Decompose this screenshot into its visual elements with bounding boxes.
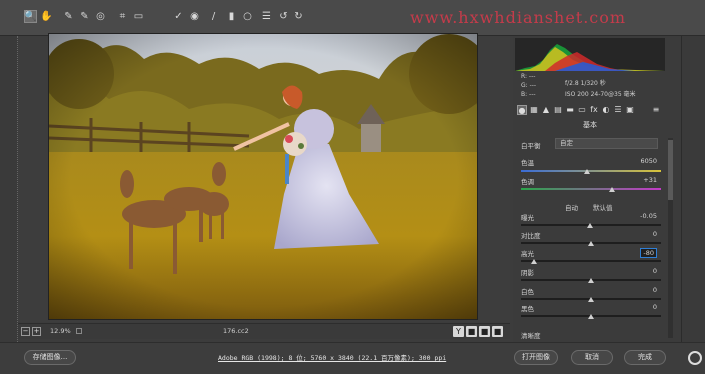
panel-scrollbar-thumb[interactable] (668, 140, 673, 200)
highlights-value-field[interactable]: -80 (640, 248, 657, 258)
shadows-label: 阴影 (521, 269, 534, 277)
exposure-slider-track[interactable] (521, 223, 661, 228)
shadows-value-field[interactable]: 0 (653, 267, 657, 275)
red-eye-tool-icon[interactable]: ◉ (188, 10, 201, 23)
contrast-slider-thumb[interactable] (588, 241, 594, 246)
hsl-tab-icon[interactable]: ▤ (553, 105, 563, 115)
panel-menu-icon[interactable]: ≡ (651, 105, 661, 115)
whites-label: 白色 (521, 288, 534, 296)
help-icon[interactable] (688, 351, 702, 365)
auto-button[interactable]: 自动 (565, 202, 578, 212)
rotate-left-icon[interactable]: ↺ (277, 10, 290, 23)
photo-image (49, 34, 477, 319)
rgb-readout-r: R: --- (521, 73, 536, 80)
split-toning-tab-icon[interactable]: ▬ (565, 105, 575, 115)
white-balance-label: 白平衡 (521, 142, 541, 150)
effects-tab-icon[interactable]: fx (589, 105, 599, 115)
bottom-bar: 存储图像... Adobe RGB (1998); 8 位; 5760 x 38… (0, 342, 705, 374)
zoom-out-button[interactable]: − (21, 327, 30, 336)
camera-calibration-tab-icon[interactable]: ◐ (601, 105, 611, 115)
panel-tabs: ● ▦ ▲ ▤ ▬ ▭ fx ◐ ☰ ▣ ≡ (515, 105, 665, 117)
before-after-mode-button[interactable]: ■ (466, 326, 477, 337)
rgb-readout-b: B: --- (521, 91, 536, 98)
blacks-slider-track[interactable] (521, 314, 661, 319)
default-button[interactable]: 默认值 (593, 202, 613, 212)
panel-title: 基本 (583, 121, 597, 129)
camera-iso-lens: ISO 200 24-70@35 毫米 (565, 91, 636, 98)
right-edge-panel (681, 36, 705, 342)
zoom-tool-icon[interactable]: 🔍 (24, 10, 37, 23)
temp-slider-track[interactable] (521, 169, 661, 174)
white-balance-select[interactable]: 自定 (555, 138, 658, 149)
zoom-dropdown-icon[interactable] (76, 328, 82, 334)
whites-slider-thumb[interactable] (588, 297, 594, 302)
workflow-options-link[interactable]: Adobe RGB (1998); 8 位; 5760 x 3840 (22.1… (218, 352, 446, 362)
image-info: 176.cc2 (223, 327, 249, 335)
exposure-label: 曝光 (521, 214, 534, 222)
hand-tool-icon[interactable]: ✋ (40, 10, 53, 23)
contrast-slider-track[interactable] (521, 241, 661, 246)
toolbar: 🔍 ✋ ✎ ✎ ◎ ⌗ ▭ ✓ ◉ / ▮ ○ ☰ ↺ ↻ www.hxwhdianshet.com (0, 0, 705, 36)
color-sampler-tool-icon[interactable]: ✎ (78, 10, 91, 23)
graduated-filter-icon[interactable]: ▮ (225, 10, 238, 23)
adjustment-brush-icon[interactable]: / (207, 10, 220, 23)
targeted-adjustment-tool-icon[interactable]: ◎ (94, 10, 107, 23)
toggle-settings-button[interactable]: ■ (492, 326, 503, 337)
highlights-label: 高光 (521, 250, 534, 258)
rotate-right-icon[interactable]: ↻ (292, 10, 305, 23)
preferences-icon[interactable]: ☰ (260, 10, 273, 23)
contrast-label: 对比度 (521, 232, 541, 240)
temp-label: 色温 (521, 159, 534, 167)
snapshots-tab-icon[interactable]: ▣ (625, 105, 635, 115)
histogram (515, 38, 665, 71)
before-after-toggle-button[interactable]: Y (453, 326, 464, 337)
spot-removal-tool-icon[interactable]: ✓ (172, 10, 185, 23)
shadows-slider-thumb[interactable] (588, 278, 594, 283)
radial-filter-icon[interactable]: ○ (241, 10, 254, 23)
whites-value-field[interactable]: 0 (653, 286, 657, 294)
save-image-button[interactable]: 存储图像... (24, 350, 76, 365)
straighten-tool-icon[interactable]: ▭ (132, 10, 145, 23)
tone-curve-tab-icon[interactable]: ▦ (529, 105, 539, 115)
tint-slider-track[interactable] (521, 187, 661, 192)
tint-value-field[interactable]: +31 (643, 176, 657, 184)
temp-value-field[interactable]: 6050 (640, 157, 657, 165)
tint-slider-thumb[interactable] (609, 187, 615, 192)
temp-slider-thumb[interactable] (583, 169, 590, 174)
zoom-in-button[interactable]: + (32, 327, 41, 336)
exposure-value-field[interactable]: -0.05 (640, 212, 657, 220)
detail-tab-icon[interactable]: ▲ (541, 105, 551, 115)
presets-tab-icon[interactable]: ☰ (613, 105, 623, 115)
zoom-level[interactable]: 12.9% (50, 327, 71, 335)
histogram-graph (515, 44, 665, 71)
whites-slider-track[interactable] (521, 297, 661, 302)
highlights-slider-thumb[interactable] (530, 259, 537, 264)
open-image-button[interactable]: 打开图像 (514, 350, 558, 365)
status-bar: − + 12.9% 176.cc2 Y ■ ■ ■ (18, 323, 510, 339)
done-button[interactable]: 完成 (624, 350, 666, 365)
camera-aperture-shutter: f/2.8 1/320 秒 (565, 80, 606, 87)
highlights-slider-track[interactable] (521, 259, 661, 264)
blacks-slider-thumb[interactable] (588, 314, 594, 319)
contrast-value-field[interactable]: 0 (653, 230, 657, 238)
tint-label: 色调 (521, 178, 534, 186)
photo-preview[interactable] (48, 33, 478, 320)
cancel-button[interactable]: 取消 (571, 350, 613, 365)
swap-settings-button[interactable]: ■ (479, 326, 490, 337)
white-balance-tool-icon[interactable]: ✎ (62, 10, 75, 23)
watermark-text: www.hxwhdianshet.com (410, 8, 627, 27)
shadows-slider-track[interactable] (521, 278, 661, 283)
blacks-value-field[interactable]: 0 (653, 303, 657, 311)
basic-panel-tab-icon[interactable]: ● (517, 105, 527, 115)
clarity-label: 清晰度 (521, 332, 541, 340)
left-filmstrip-edge (0, 36, 18, 348)
blacks-label: 黑色 (521, 305, 534, 313)
crop-tool-icon[interactable]: ⌗ (116, 10, 129, 23)
rgb-readout-g: G: --- (521, 82, 537, 89)
lens-corrections-tab-icon[interactable]: ▭ (577, 105, 587, 115)
exposure-slider-thumb[interactable] (586, 223, 593, 228)
